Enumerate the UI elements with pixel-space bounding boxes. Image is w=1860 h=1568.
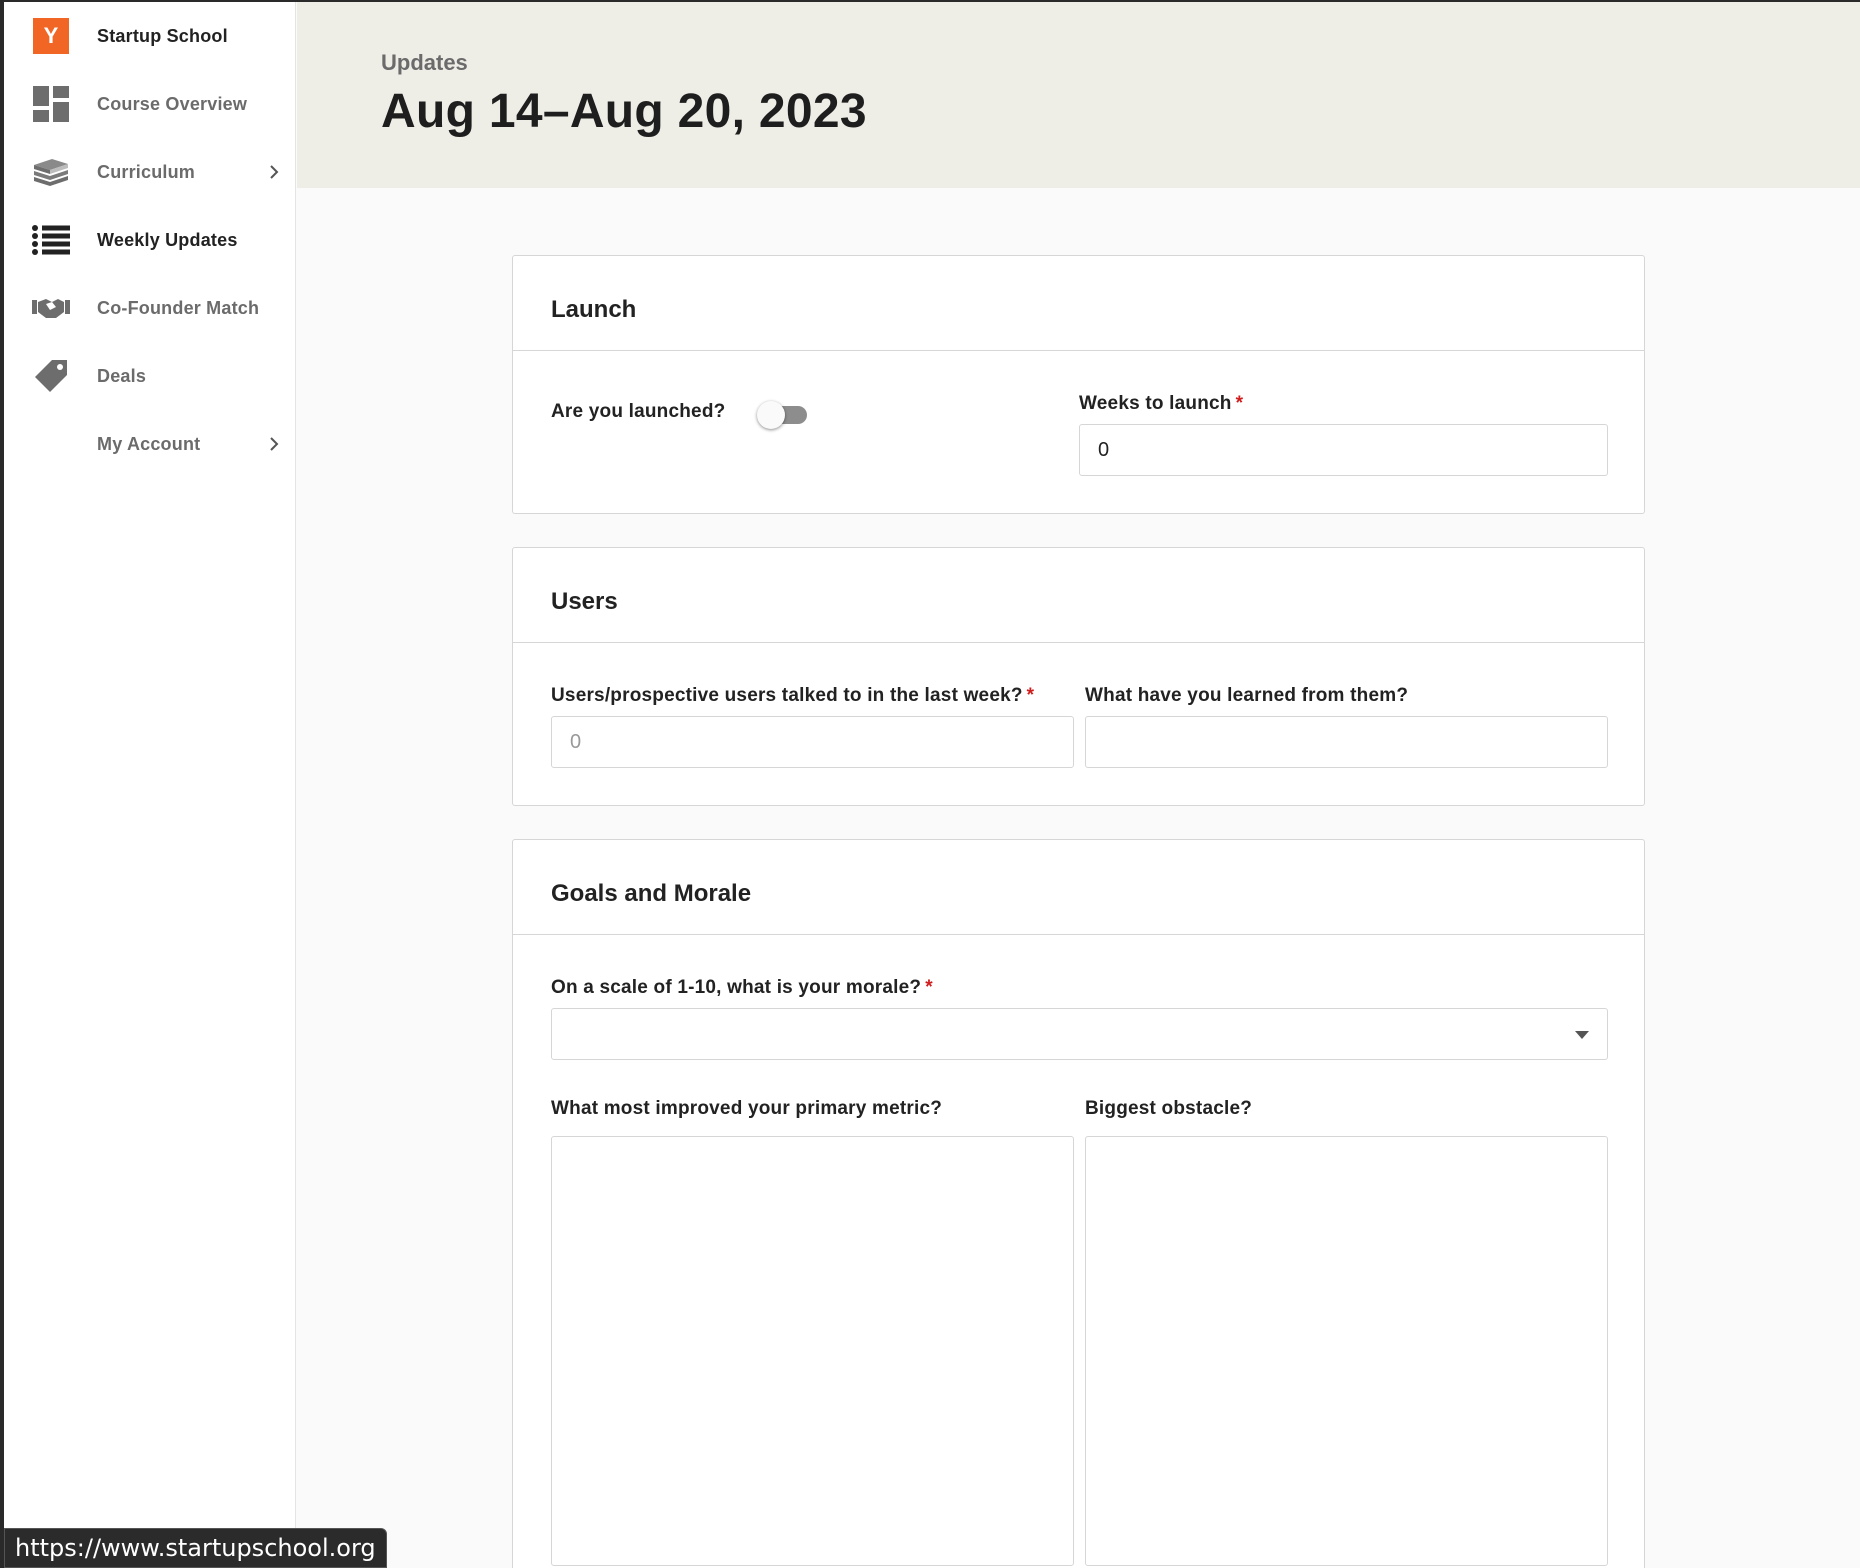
sidebar-item-label: My Account <box>97 433 201 454</box>
handshake-icon <box>32 289 70 327</box>
sidebar-item-curriculum[interactable]: Curriculum <box>4 142 296 202</box>
sidebar-item-label: Co-Founder Match <box>97 297 260 318</box>
sidebar-item-label: Weekly Updates <box>97 229 238 250</box>
sidebar-item-label: Course Overview <box>97 93 248 114</box>
launch-card: Launch Are you launched? Weeks to launch… <box>512 255 1645 514</box>
learned-input[interactable] <box>1085 716 1608 768</box>
page-title: Aug 14–Aug 20, 2023 <box>381 85 867 138</box>
biggest-obstacle-textarea[interactable] <box>1085 1136 1608 1566</box>
card-header: Launch <box>513 256 1644 351</box>
yc-logo-icon: Y <box>32 17 70 55</box>
card-header: Users <box>513 548 1644 643</box>
weeks-to-launch-label: Weeks to launch * <box>1079 393 1244 414</box>
brand-label: Startup School <box>97 25 228 46</box>
weeks-to-launch-input[interactable] <box>1079 424 1608 476</box>
caret-down-icon <box>1575 1031 1589 1039</box>
sidebar-item-label: Deals <box>97 365 147 386</box>
morale-select[interactable] <box>551 1008 1608 1060</box>
sidebar-item-deals[interactable]: Deals <box>4 346 296 406</box>
card-header: Goals and Morale <box>513 840 1644 935</box>
chevron-right-icon <box>270 165 279 179</box>
card-title: Goals and Morale <box>551 880 752 907</box>
sidebar-brand[interactable]: Y Startup School <box>4 6 296 66</box>
launched-toggle[interactable] <box>757 399 809 429</box>
improved-metric-textarea[interactable] <box>551 1136 1074 1566</box>
biggest-obstacle-label: Biggest obstacle? <box>1085 1098 1253 1119</box>
users-talked-label: Users/prospective users talked to in the… <box>551 685 1035 706</box>
link-status-bar: https://www.startupschool.org <box>4 1528 387 1568</box>
tag-icon <box>32 357 70 395</box>
card-title: Launch <box>551 296 637 323</box>
chevron-right-icon <box>270 437 279 451</box>
goals-morale-card: Goals and Morale On a scale of 1-10, wha… <box>512 839 1645 1568</box>
page-eyebrow: Updates <box>381 50 468 75</box>
morale-label: On a scale of 1-10, what is your morale?… <box>551 977 933 998</box>
improved-metric-label: What most improved your primary metric? <box>551 1098 943 1119</box>
list-icon <box>32 221 70 259</box>
users-card: Users Users/prospective users talked to … <box>512 547 1645 806</box>
books-icon <box>32 153 70 191</box>
required-asterisk: * <box>925 977 933 998</box>
page-header: Updates Aug 14–Aug 20, 2023 <box>297 2 1860 188</box>
sidebar-item-co-founder-match[interactable]: Co-Founder Match <box>4 278 296 338</box>
card-title: Users <box>551 588 618 615</box>
required-asterisk: * <box>1235 393 1244 414</box>
users-talked-input[interactable] <box>551 716 1074 768</box>
sidebar-item-my-account[interactable]: My Account <box>4 414 296 474</box>
launched-label: Are you launched? <box>551 401 726 422</box>
sidebar: Y Startup School Course Overview Curricu <box>4 2 296 1568</box>
dashboard-icon <box>32 85 70 123</box>
sidebar-item-weekly-updates[interactable]: Weekly Updates <box>4 210 296 270</box>
sidebar-item-course-overview[interactable]: Course Overview <box>4 74 296 134</box>
required-asterisk: * <box>1026 685 1035 706</box>
sidebar-item-label: Curriculum <box>97 161 196 182</box>
learned-label: What have you learned from them? <box>1085 685 1409 706</box>
